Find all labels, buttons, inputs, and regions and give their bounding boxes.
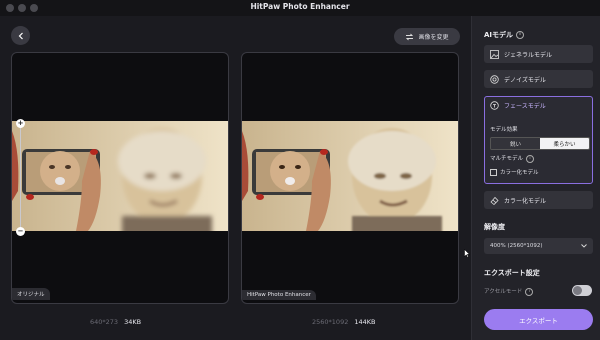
denoise-model-button[interactable]: デノイズモデル: [484, 70, 593, 88]
original-photo: [12, 121, 228, 231]
settings-sidebar: AIモデル i ジェネラルモデル デノイズモデル フェースモデル モデル効果 鋭い…: [471, 16, 600, 340]
colorize-checkbox-label: カラー化モデル: [500, 170, 539, 176]
title-bar: HitPaw Photo Enhancer: [0, 0, 600, 16]
info-icon[interactable]: i: [526, 154, 535, 163]
original-file-info: 640*273 34KB: [90, 318, 141, 326]
effect-sharp-option[interactable]: 鋭い: [491, 138, 540, 149]
original-size: 34KB: [124, 318, 142, 326]
enhanced-label: HitPaw Photo Enhancer: [242, 290, 316, 300]
enhanced-preview-panel: HitPaw Photo Enhancer: [241, 52, 459, 304]
denoise-icon: [490, 74, 499, 84]
enhanced-resolution: 2560*1092: [312, 318, 349, 326]
resolution-select[interactable]: 400% (2560*1092): [484, 238, 593, 254]
original-label: オリジナル: [12, 288, 50, 300]
multi-model-heading: マルチモデル i: [490, 154, 535, 163]
mouse-cursor-icon: [464, 249, 470, 258]
effect-soft-option[interactable]: 柔らかい: [540, 138, 589, 149]
general-model-button[interactable]: ジェネラルモデル: [484, 45, 593, 63]
ai-model-heading: AIモデル i: [484, 30, 525, 40]
image-icon: [490, 49, 499, 59]
zoom-slider-track[interactable]: [20, 125, 21, 231]
info-icon[interactable]: i: [516, 31, 525, 39]
denoise-model-label: デノイズモデル: [504, 76, 546, 84]
back-button[interactable]: [11, 26, 30, 45]
zoom-out-icon[interactable]: −: [16, 227, 25, 236]
eraser-icon: [490, 196, 499, 205]
export-button[interactable]: エクスポート: [484, 309, 593, 330]
accel-mode-toggle[interactable]: [572, 285, 592, 296]
model-effect-toggle: 鋭い 柔らかい: [490, 137, 590, 150]
enhanced-file-info: 2560*1092 144KB: [312, 318, 375, 326]
face-icon: [490, 101, 499, 110]
colorize-model-button[interactable]: カラー化モデル: [484, 191, 593, 209]
chevron-left-icon: [18, 32, 23, 39]
export-settings-heading: エクスポート設定: [484, 269, 540, 277]
change-image-label: 画像を変更: [418, 34, 449, 41]
colorize-model-label: カラー化モデル: [504, 197, 547, 205]
info-icon[interactable]: i: [525, 287, 534, 296]
model-effect-label: モデル効果: [490, 127, 518, 133]
swap-icon: [406, 33, 414, 40]
chevron-down-icon: [581, 244, 587, 248]
face-model-label: フェースモデル: [504, 103, 546, 110]
general-model-label: ジェネラルモデル: [504, 51, 553, 59]
accel-mode-label: アクセルモード i: [484, 287, 534, 296]
enhanced-size: 144KB: [354, 318, 376, 326]
resolution-heading: 解像度: [484, 223, 505, 231]
window-title: HitPaw Photo Enhancer: [250, 2, 350, 11]
colorize-checkbox[interactable]: [490, 168, 497, 176]
resolution-value: 400% (2560*1092): [490, 243, 543, 249]
colorize-checkbox-row[interactable]: カラー化モデル: [490, 168, 539, 176]
change-image-button[interactable]: 画像を変更: [394, 28, 460, 45]
face-model-button[interactable]: フェースモデル: [490, 101, 546, 110]
face-model-panel: フェースモデル モデル効果 鋭い 柔らかい マルチモデル i カラー化モデル: [484, 96, 593, 184]
original-preview-panel: + − オリジナル: [11, 52, 229, 304]
original-resolution: 640*273: [90, 318, 119, 326]
zoom-in-icon[interactable]: +: [16, 119, 25, 128]
enhanced-photo: [242, 121, 458, 231]
